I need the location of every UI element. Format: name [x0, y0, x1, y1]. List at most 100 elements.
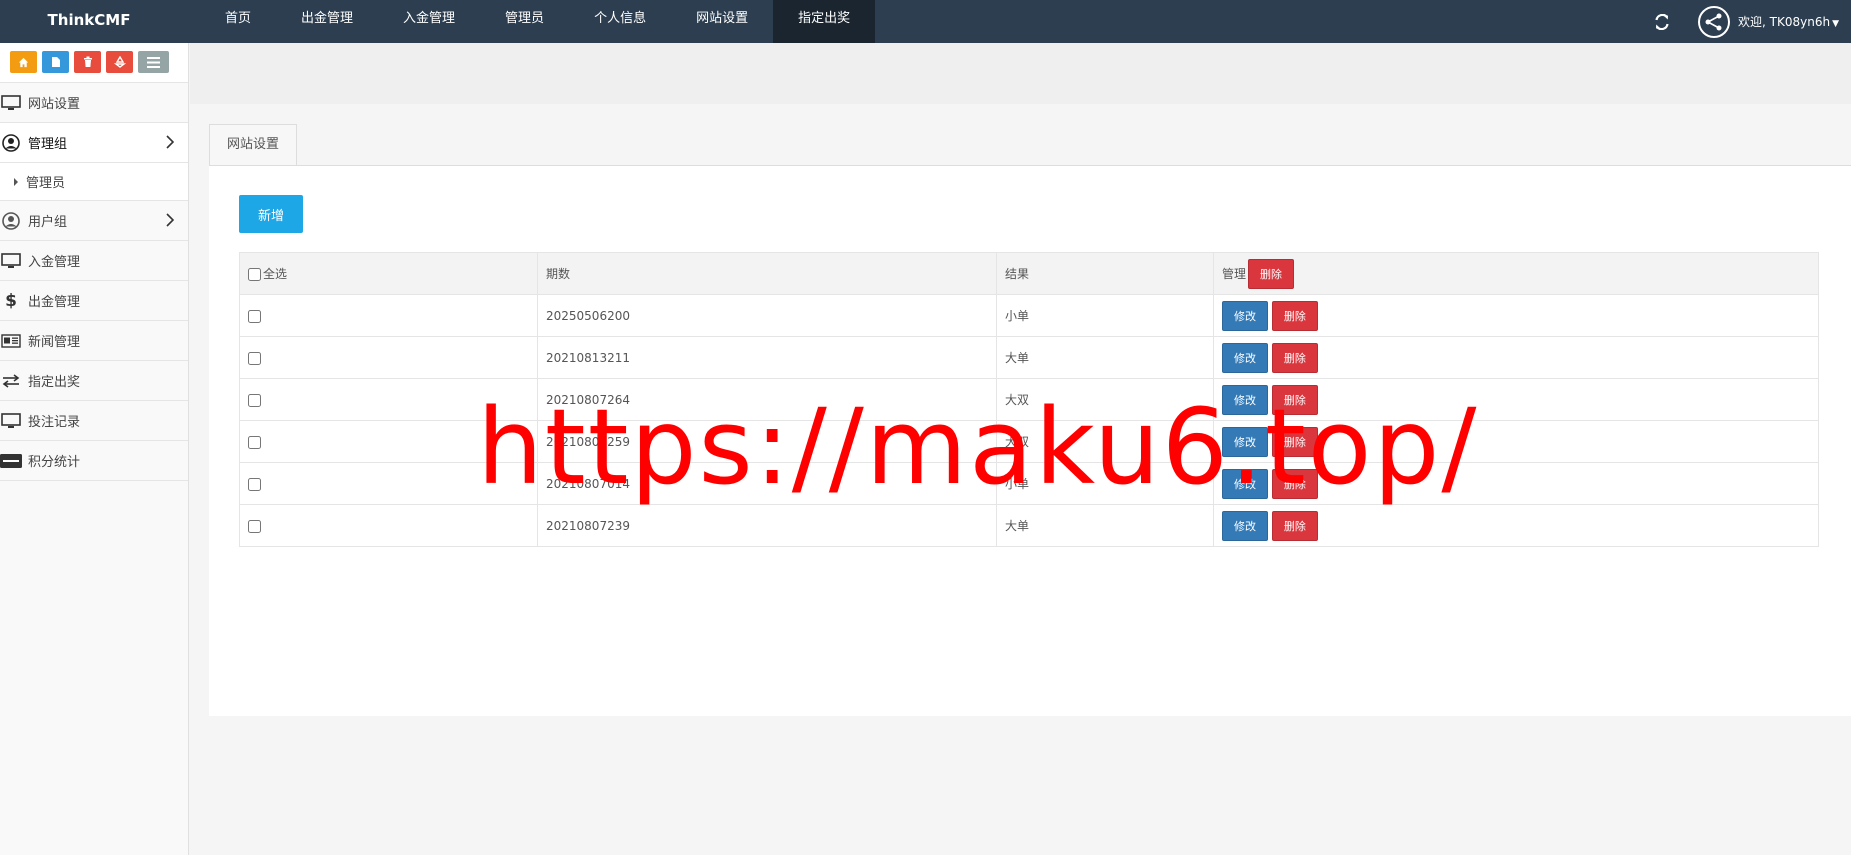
sidebar-item-withdraw[interactable]: $ 出金管理	[0, 281, 188, 321]
top-right-tools: 欢迎, TK08yn6h ▼	[1652, 0, 1851, 43]
sidebar-item-admin-group[interactable]: 管理组	[0, 123, 188, 163]
sidebar-item-news[interactable]: 新闻管理	[0, 321, 188, 361]
nav-item-home[interactable]: 首页	[200, 0, 276, 43]
result-cell: 大双	[996, 378, 1214, 421]
delete-button[interactable]: 删除	[1271, 510, 1318, 541]
sidebar-item-label: 积分统计	[28, 455, 81, 470]
visa-icon	[0, 452, 22, 470]
col-period: 期数	[537, 252, 997, 295]
row-checkbox[interactable]	[248, 393, 261, 407]
edit-button[interactable]: 修改	[1222, 510, 1268, 541]
delete-button[interactable]: 删除	[1271, 300, 1318, 331]
edit-button[interactable]: 修改	[1222, 342, 1268, 373]
delete-button[interactable]: 删除	[1271, 426, 1318, 457]
manage-label: 管理	[1222, 267, 1247, 281]
row-actions: 修改 删除	[1213, 462, 1819, 505]
sidebar-item-label: 新闻管理	[28, 335, 81, 350]
sidebar-item-points-stats[interactable]: 积分统计	[0, 441, 188, 481]
table-header-row: 全选 期数 结果 管理 删除	[239, 252, 1819, 295]
caret-right-icon	[14, 177, 18, 186]
row-actions: 修改 删除	[1213, 504, 1819, 547]
row-actions: 修改 删除	[1213, 420, 1819, 463]
dollar-icon: $	[5, 290, 17, 311]
newspaper-icon	[0, 332, 22, 350]
sidebar-item-label: 入金管理	[28, 255, 81, 270]
sidebar-item-user-group[interactable]: 用户组	[0, 201, 188, 241]
row-checkbox[interactable]	[248, 477, 261, 491]
nav-item-withdraw[interactable]: 出金管理	[276, 0, 378, 43]
row-select-cell	[239, 294, 538, 337]
sidebar-item-deposit[interactable]: 入金管理	[0, 241, 188, 281]
edit-button[interactable]: 修改	[1222, 384, 1268, 415]
caret-down-icon: ▼	[1832, 19, 1839, 29]
content-header-band	[190, 43, 1851, 104]
delete-button[interactable]: 删除	[1271, 468, 1318, 499]
main-content: 网站设置 新增 全选 期数 结果 管理 删除 20250506200 小单 修改 …	[190, 43, 1851, 855]
row-checkbox[interactable]	[248, 309, 261, 323]
monitor-icon	[0, 252, 22, 270]
avatar[interactable]	[1698, 5, 1731, 38]
top-navbar: ThinkCMF 首页 出金管理 入金管理 管理员 个人信息 网站设置 指定出奖…	[0, 0, 1851, 43]
row-checkbox[interactable]	[248, 351, 261, 365]
result-cell: 大单	[996, 504, 1214, 547]
sidebar-item-assign-prize[interactable]: 指定出奖	[0, 361, 188, 401]
trash-icon[interactable]	[74, 51, 101, 73]
sidebar-item-label: 用户组	[28, 215, 68, 230]
welcome-text: 欢迎, TK08yn6h	[1738, 15, 1831, 29]
result-cell: 大双	[996, 420, 1214, 463]
row-select-cell	[239, 462, 538, 505]
nav-item-deposit[interactable]: 入金管理	[378, 0, 480, 43]
result-cell: 大单	[996, 336, 1214, 379]
period-cell: 20210807264	[537, 378, 997, 421]
sidebar: 网站设置 管理组 管理员 用户组 入金管理 $ 出金管理 新闻管理 指定出奖 投…	[0, 43, 189, 855]
recycle-icon[interactable]	[106, 51, 133, 73]
table-row: 20210807259 大双 修改 删除	[239, 420, 1819, 463]
col-manage: 管理 删除	[1213, 252, 1819, 295]
list-icon[interactable]	[138, 51, 169, 73]
nav-item-admins[interactable]: 管理员	[480, 0, 569, 43]
edit-button[interactable]: 修改	[1222, 426, 1268, 457]
edit-button[interactable]: 修改	[1222, 300, 1268, 331]
monitor-icon	[0, 412, 22, 430]
sidebar-item-label: 网站设置	[28, 97, 81, 112]
table-row: 20210807264 大双 修改 删除	[239, 378, 1819, 421]
row-checkbox[interactable]	[248, 435, 261, 449]
brand-logo[interactable]: ThinkCMF	[0, 0, 178, 43]
period-cell: 20210807239	[537, 504, 997, 547]
refresh-icon[interactable]	[1652, 12, 1672, 32]
sidebar-item-bet-records[interactable]: 投注记录	[0, 401, 188, 441]
delete-button[interactable]: 删除	[1271, 342, 1318, 373]
table-row: 20210807239 大单 修改 删除	[239, 504, 1819, 547]
tab-site-settings[interactable]: 网站设置	[209, 124, 297, 166]
row-select-cell	[239, 336, 538, 379]
row-checkbox[interactable]	[248, 519, 261, 533]
sidebar-item-site-settings[interactable]: 网站设置	[0, 83, 188, 123]
user-menu[interactable]: 欢迎, TK08yn6h ▼	[1738, 13, 1839, 30]
col-select-all: 全选	[239, 252, 538, 295]
edit-button[interactable]: 修改	[1222, 468, 1268, 499]
file-icon[interactable]	[42, 51, 69, 73]
period-cell: 20210807014	[537, 462, 997, 505]
select-all-label: 全选	[263, 267, 288, 281]
delete-button[interactable]: 删除	[1271, 384, 1318, 415]
table-row: 20250506200 小单 修改 删除	[239, 294, 1819, 337]
quick-action-bar	[0, 43, 188, 83]
monitor-icon	[0, 94, 22, 112]
table-row: 20210813211 大单 修改 删除	[239, 336, 1819, 379]
draw-results-table: 全选 期数 结果 管理 删除 20250506200 小单 修改 删除 20210…	[239, 252, 1819, 547]
nav-item-assign-prize[interactable]: 指定出奖	[773, 0, 876, 43]
nav-item-site-settings[interactable]: 网站设置	[671, 0, 773, 43]
bulk-delete-button[interactable]: 删除	[1248, 258, 1295, 289]
col-result: 结果	[996, 252, 1214, 295]
row-select-cell	[239, 378, 538, 421]
select-all-checkbox[interactable]	[248, 268, 261, 281]
home-icon[interactable]	[10, 51, 37, 73]
period-cell: 20210807259	[537, 420, 997, 463]
nav-item-profile[interactable]: 个人信息	[569, 0, 671, 43]
table-row: 20210807014 小单 修改 删除	[239, 462, 1819, 505]
row-select-cell	[239, 504, 538, 547]
sidebar-subitem-admins[interactable]: 管理员	[0, 163, 188, 201]
add-button[interactable]: 新增	[239, 195, 303, 233]
user-circle-icon	[0, 211, 22, 230]
main-nav: 首页 出金管理 入金管理 管理员 个人信息 网站设置 指定出奖	[200, 0, 876, 43]
